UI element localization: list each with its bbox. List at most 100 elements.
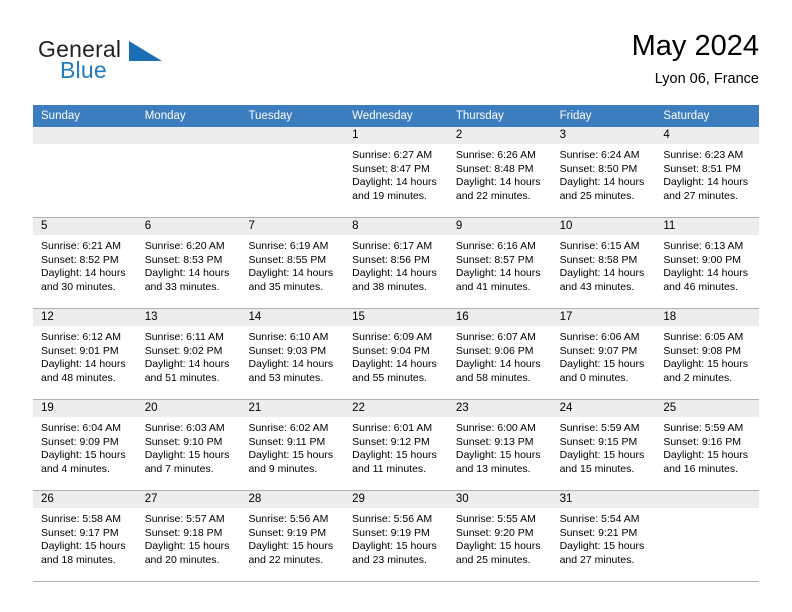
sunset-text: Sunset: 9:20 PM: [455, 526, 534, 539]
week-row: 12 Sunrise: 6:12 AM Sunset: 9:01 PM Dayligh…: [33, 309, 760, 400]
day-cell-11[interactable]: 11 Sunrise: 6:13 AM Sunset: 9:00 PM Dayligh…: [655, 218, 760, 308]
calendar-weeks: 1 Sunrise: 6:27 AM Sunset: 8:47 PM Daylight…: [33, 127, 760, 582]
day-cell-23[interactable]: 23 Sunrise: 6:00 AM Sunset: 9:13 PM Dayligh…: [447, 400, 552, 490]
day-cell-13[interactable]: 13 Sunrise: 6:11 AM Sunset: 9:02 PM Dayligh…: [136, 309, 241, 399]
day-number: 28: [240, 491, 345, 508]
day-cell-1[interactable]: 1 Sunrise: 6:27 AM Sunset: 8:47 PM Daylight…: [344, 127, 448, 217]
week-row: 26 Sunrise: 5:58 AM Sunset: 9:17 PM Dayligh…: [33, 491, 760, 582]
day-details: Sunrise: 6:01 AM Sunset: 9:12 PM Daylight:…: [344, 417, 448, 476]
brand-logo[interactable]: General Blue: [33, 36, 273, 94]
sunrise-text: Sunrise: 6:05 AM: [663, 331, 744, 343]
daylight-text-line2: and 25 minutes.: [559, 189, 635, 202]
sunset-text: Sunset: 9:21 PM: [559, 526, 638, 539]
day-number: [655, 491, 760, 508]
day-details: Sunrise: 5:56 AM Sunset: 9:19 PM Daylight:…: [240, 508, 344, 567]
day-cell-20[interactable]: 20 Sunrise: 6:03 AM Sunset: 9:10 PM Dayligh…: [136, 400, 241, 490]
daylight-text-line1: Daylight: 15 hours: [248, 540, 334, 553]
weekday-header-thursday: Thursday: [455, 110, 504, 122]
sunrise-text: Sunrise: 6:10 AM: [248, 331, 329, 343]
day-number: 16: [447, 309, 552, 326]
day-cell-5[interactable]: 5 Sunrise: 6:21 AM Sunset: 8:52 PM Daylight…: [33, 218, 137, 308]
day-details: Sunrise: 6:24 AM Sunset: 8:50 PM Daylight:…: [552, 144, 656, 203]
daylight-text-line1: Daylight: 15 hours: [559, 449, 645, 462]
daylight-text-line2: and 18 minutes.: [41, 553, 116, 566]
day-cell-4[interactable]: 4 Sunrise: 6:23 AM Sunset: 8:51 PM Daylight…: [655, 127, 760, 217]
day-cell-28[interactable]: 28 Sunrise: 5:56 AM Sunset: 9:19 PM Dayligh…: [240, 491, 345, 581]
sunrise-text: Sunrise: 6:17 AM: [352, 240, 433, 252]
day-cell-19[interactable]: 19 Sunrise: 6:04 AM Sunset: 9:09 PM Dayligh…: [33, 400, 137, 490]
daylight-text-line2: and 20 minutes.: [144, 553, 220, 566]
day-details: Sunrise: 6:04 AM Sunset: 9:09 PM Daylight:…: [33, 417, 137, 476]
day-cell-30[interactable]: 30 Sunrise: 5:55 AM Sunset: 9:20 PM Dayligh…: [447, 491, 552, 581]
day-cell-16[interactable]: 16 Sunrise: 6:07 AM Sunset: 9:06 PM Dayligh…: [447, 309, 552, 399]
sunrise-text: Sunrise: 6:06 AM: [559, 331, 640, 343]
daylight-text-line1: Daylight: 14 hours: [455, 267, 541, 280]
day-cell-26[interactable]: 26 Sunrise: 5:58 AM Sunset: 9:17 PM Dayligh…: [33, 491, 137, 581]
sunset-text: Sunset: 8:47 PM: [352, 162, 430, 175]
sunrise-text: Sunrise: 5:58 AM: [41, 513, 121, 525]
day-cell-15[interactable]: 15 Sunrise: 6:09 AM Sunset: 9:04 PM Dayligh…: [344, 309, 448, 399]
day-cell-27[interactable]: 27 Sunrise: 5:57 AM Sunset: 9:18 PM Dayligh…: [136, 491, 241, 581]
calendar-page: General Blue May 2024 Lyon 06, France Su…: [0, 0, 792, 612]
daylight-text-line2: and 16 minutes.: [663, 462, 739, 475]
week-row: 5 Sunrise: 6:21 AM Sunset: 8:52 PM Daylight…: [33, 218, 760, 309]
day-number: 11: [655, 218, 760, 235]
sunrise-text: Sunrise: 6:00 AM: [455, 422, 536, 434]
sunrise-text: Sunrise: 5:56 AM: [352, 513, 433, 525]
day-number: 6: [136, 218, 241, 235]
day-cell-9[interactable]: 9 Sunrise: 6:16 AM Sunset: 8:57 PM Daylight…: [447, 218, 552, 308]
day-number: 17: [551, 309, 656, 326]
day-number: 18: [655, 309, 760, 326]
day-details: Sunrise: 6:19 AM Sunset: 8:55 PM Daylight:…: [240, 235, 344, 294]
day-cell-12[interactable]: 12 Sunrise: 6:12 AM Sunset: 9:01 PM Dayligh…: [33, 309, 137, 399]
sunset-text: Sunset: 9:19 PM: [352, 526, 430, 539]
sunrise-text: Sunrise: 6:07 AM: [455, 331, 536, 343]
week-row: 1 Sunrise: 6:27 AM Sunset: 8:47 PM Daylight…: [33, 127, 760, 218]
sunrise-text: Sunrise: 6:12 AM: [41, 331, 121, 343]
sunset-text: Sunset: 9:17 PM: [41, 526, 119, 539]
daylight-text-line2: and 2 minutes.: [663, 371, 733, 384]
daylight-text-line1: Daylight: 15 hours: [559, 540, 645, 553]
day-cell-21[interactable]: 21 Sunrise: 6:02 AM Sunset: 9:11 PM Dayligh…: [240, 400, 345, 490]
day-cell-7[interactable]: 7 Sunrise: 6:19 AM Sunset: 8:55 PM Daylight…: [240, 218, 345, 308]
sunrise-text: Sunrise: 6:24 AM: [559, 149, 640, 161]
daylight-text-line2: and 13 minutes.: [455, 462, 531, 475]
day-number: 14: [240, 309, 345, 326]
daylight-text-line1: Daylight: 15 hours: [41, 449, 126, 462]
day-cell-17[interactable]: 17 Sunrise: 6:06 AM Sunset: 9:07 PM Dayligh…: [551, 309, 656, 399]
day-cell-22[interactable]: 22 Sunrise: 6:01 AM Sunset: 9:12 PM Dayligh…: [344, 400, 448, 490]
day-cell-10[interactable]: 10 Sunrise: 6:15 AM Sunset: 8:58 PM Dayligh…: [551, 218, 656, 308]
sunset-text: Sunset: 9:15 PM: [559, 435, 638, 448]
sunrise-text: Sunrise: 6:01 AM: [352, 422, 433, 434]
daylight-text-line2: and 11 minutes.: [352, 462, 427, 475]
day-cell-2[interactable]: 2 Sunrise: 6:26 AM Sunset: 8:48 PM Daylight…: [447, 127, 552, 217]
day-cell-18[interactable]: 18 Sunrise: 6:05 AM Sunset: 9:08 PM Dayligh…: [655, 309, 760, 399]
daylight-text-line2: and 27 minutes.: [559, 553, 635, 566]
sunset-text: Sunset: 9:04 PM: [352, 344, 430, 357]
weekday-header-saturday: Saturday: [663, 110, 710, 122]
daylight-text-line2: and 35 minutes.: [248, 280, 324, 293]
day-cell-8[interactable]: 8 Sunrise: 6:17 AM Sunset: 8:56 PM Daylight…: [344, 218, 448, 308]
daylight-text-line2: and 22 minutes.: [455, 189, 531, 202]
sunrise-text: Sunrise: 6:11 AM: [144, 331, 224, 343]
day-cell-29[interactable]: 29 Sunrise: 5:56 AM Sunset: 9:19 PM Dayligh…: [344, 491, 448, 581]
day-cell-14[interactable]: 14 Sunrise: 6:10 AM Sunset: 9:03 PM Dayligh…: [240, 309, 345, 399]
day-cell-empty: [240, 127, 345, 217]
sunrise-text: Sunrise: 6:26 AM: [455, 149, 536, 161]
day-cell-24[interactable]: 24 Sunrise: 5:59 AM Sunset: 9:15 PM Dayligh…: [551, 400, 656, 490]
sunset-text: Sunset: 9:06 PM: [455, 344, 534, 357]
day-cell-31[interactable]: 31 Sunrise: 5:54 AM Sunset: 9:21 PM Dayligh…: [551, 491, 656, 581]
page-title: May 2024: [631, 30, 759, 62]
daylight-text-line2: and 48 minutes.: [41, 371, 116, 384]
daylight-text-line2: and 15 minutes.: [559, 462, 635, 475]
day-cell-3[interactable]: 3 Sunrise: 6:24 AM Sunset: 8:50 PM Daylight…: [551, 127, 656, 217]
sunrise-text: Sunrise: 6:02 AM: [248, 422, 329, 434]
day-cell-25[interactable]: 25 Sunrise: 5:59 AM Sunset: 9:16 PM Dayligh…: [655, 400, 760, 490]
day-number: 4: [655, 127, 760, 144]
day-details: Sunrise: 6:05 AM Sunset: 9:08 PM Daylight:…: [655, 326, 759, 385]
daylight-text-line1: Daylight: 15 hours: [663, 358, 748, 371]
daylight-text-line1: Daylight: 14 hours: [248, 358, 334, 371]
daylight-text-line1: Daylight: 15 hours: [144, 449, 230, 462]
day-cell-6[interactable]: 6 Sunrise: 6:20 AM Sunset: 8:53 PM Daylight…: [136, 218, 241, 308]
daylight-text-line1: Daylight: 14 hours: [559, 176, 645, 189]
